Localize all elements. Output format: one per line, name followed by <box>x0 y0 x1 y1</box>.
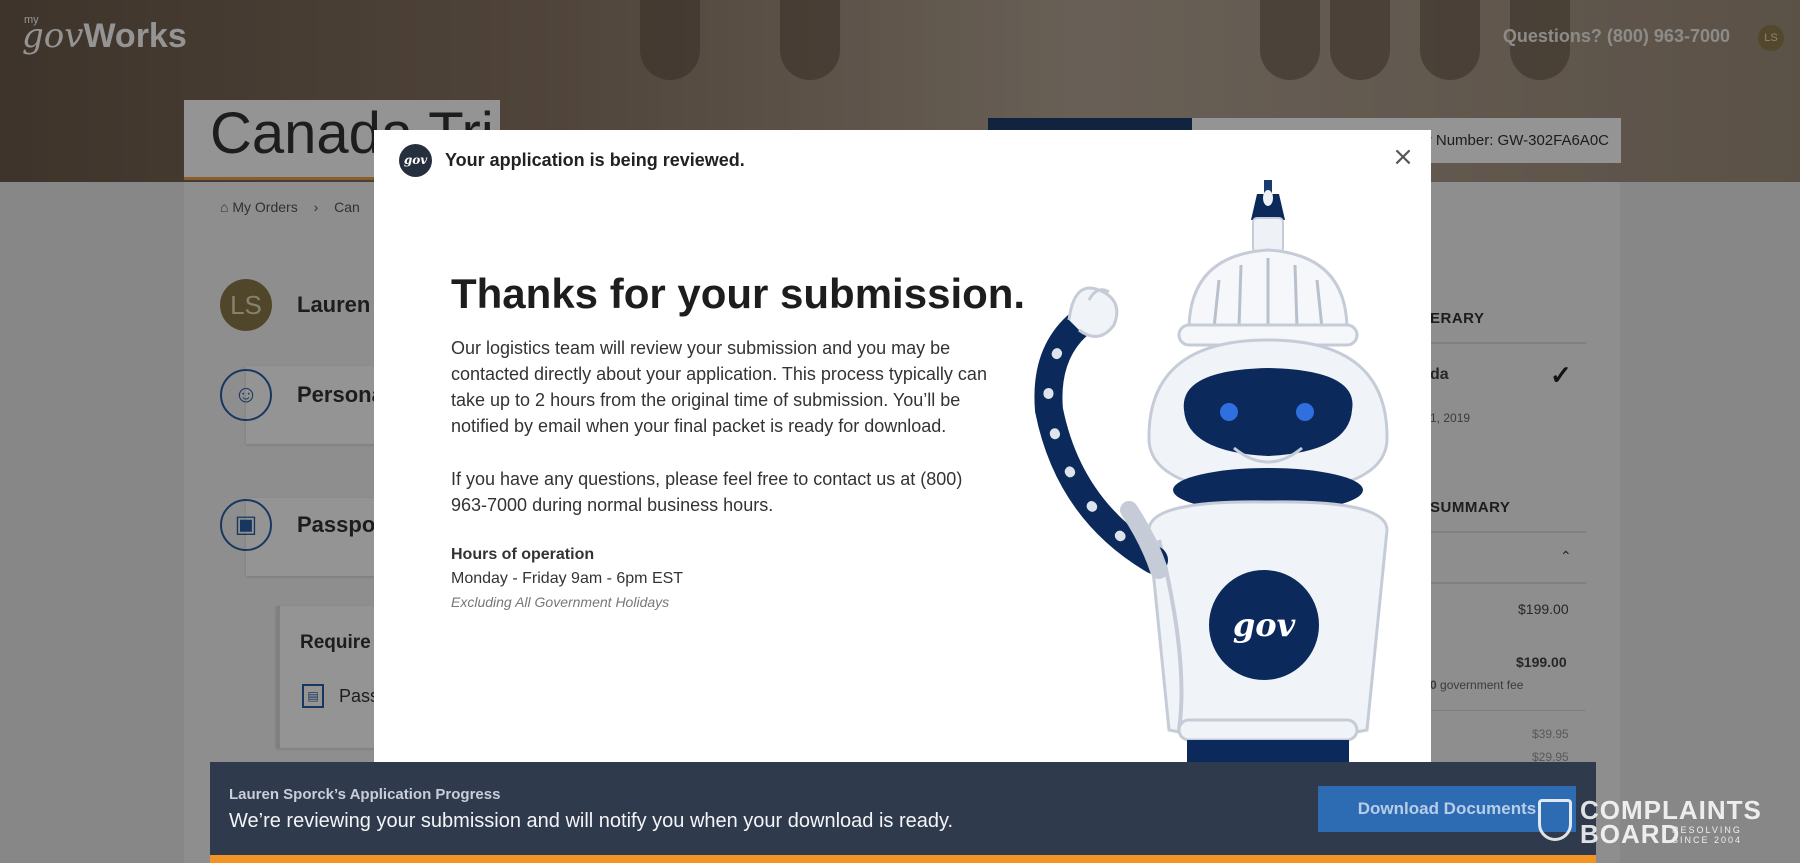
modal-paragraph-review: Our logistics team will review your subm… <box>451 338 987 436</box>
hours-title: Hours of operation <box>451 546 595 563</box>
robot-badge-text: gov <box>1233 606 1296 644</box>
modal-paragraph-contact: If you have any questions, please feel f… <box>451 469 963 515</box>
complaints-board-watermark: COMPLAINTS BOARD RESOLVING SINCE 2004 <box>1538 795 1761 849</box>
modal-title: Thanks for your submission. <box>451 270 1026 317</box>
watermark-tagline: RESOLVING SINCE 2004 <box>1672 825 1743 845</box>
modal-header: Your application is being reviewed. <box>445 150 745 170</box>
close-icon[interactable]: × <box>1388 142 1418 172</box>
shield-icon <box>1538 799 1572 841</box>
progress-title: Lauren Sporck’s Application Progress <box>229 786 501 803</box>
application-progress-bar: Lauren Sporck’s Application Progress We’… <box>210 762 1596 863</box>
hours-note: Excluding All Government Holidays <box>451 594 670 610</box>
submission-modal: gov Your application is being reviewed. … <box>374 130 1431 762</box>
hours-text: Monday - Friday 9am - 6pm EST <box>451 570 684 587</box>
progress-accent <box>210 855 1596 863</box>
progress-message: We’re reviewing your submission and will… <box>229 810 954 832</box>
watermark-line2: BOARD <box>1580 819 1681 849</box>
gov-logo-icon: gov <box>399 144 432 177</box>
robot-mascot-illustration: gov <box>1034 180 1389 762</box>
